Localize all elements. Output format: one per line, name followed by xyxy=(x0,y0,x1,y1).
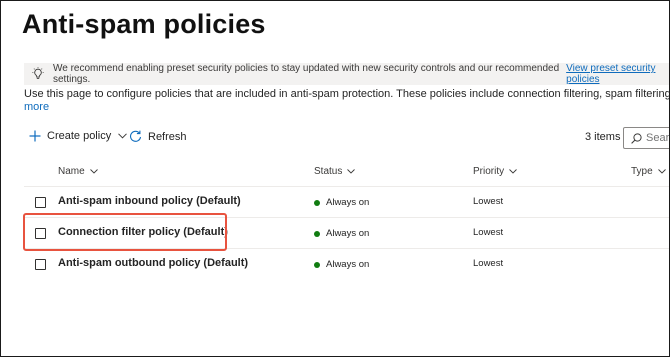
status-cell: Always on xyxy=(314,228,369,239)
chevron-down-icon xyxy=(509,169,517,174)
chevron-down-icon xyxy=(89,169,98,174)
column-header-priority[interactable]: Priority xyxy=(473,166,517,177)
column-header-name[interactable]: Name xyxy=(58,166,98,177)
row-checkbox[interactable] xyxy=(35,197,46,208)
status-text: Always on xyxy=(326,259,370,270)
search-box[interactable] xyxy=(623,127,669,149)
priority-cell: Lowest xyxy=(473,258,504,269)
policy-name[interactable]: Anti-spam outbound policy (Default) xyxy=(58,257,248,269)
column-header-status-label: Status xyxy=(314,166,343,177)
status-dot-icon xyxy=(314,199,320,206)
table-row[interactable]: Anti-spam outbound policy (Default) Alwa… xyxy=(24,248,669,280)
app-frame: Anti-spam policies We recommend enabling… xyxy=(0,0,670,357)
row-checkbox[interactable] xyxy=(35,259,46,270)
column-header-name-label: Name xyxy=(58,166,85,177)
status-cell: Always on xyxy=(314,259,369,270)
more-link[interactable]: more xyxy=(24,101,49,113)
status-text: Always on xyxy=(326,197,370,208)
chevron-down-icon xyxy=(347,169,356,174)
column-header-type-label: Type xyxy=(631,166,653,177)
chevron-down-icon xyxy=(657,169,666,174)
status-dot-icon xyxy=(314,230,320,237)
refresh-button[interactable]: Refresh xyxy=(129,130,187,143)
table-row[interactable]: Anti-spam inbound policy (Default) Alway… xyxy=(24,186,669,218)
status-text: Always on xyxy=(326,228,370,239)
items-count: 3 items xyxy=(585,131,621,143)
recommendation-banner: We recommend enabling preset security po… xyxy=(24,63,669,85)
table-row[interactable]: Connection filter policy (Default) Alway… xyxy=(24,217,669,249)
page-description: Use this page to configure policies that… xyxy=(24,88,670,100)
create-policy-label: Create policy xyxy=(47,130,112,142)
priority-cell: Lowest xyxy=(473,227,504,238)
search-icon xyxy=(631,132,642,144)
refresh-icon xyxy=(129,130,142,143)
plus-icon xyxy=(29,130,41,142)
lightbulb-icon xyxy=(31,67,45,81)
policy-name[interactable]: Anti-spam inbound policy (Default) xyxy=(58,195,241,207)
priority-cell: Lowest xyxy=(473,196,504,207)
view-preset-policies-link[interactable]: View preset security policies xyxy=(566,63,669,85)
create-policy-button[interactable]: Create policy xyxy=(29,130,128,142)
column-header-type[interactable]: Type xyxy=(631,166,666,177)
page-title: Anti-spam policies xyxy=(22,9,266,39)
policy-name[interactable]: Connection filter policy (Default) xyxy=(58,226,228,238)
column-header-priority-label: Priority xyxy=(473,166,505,177)
column-header-status[interactable]: Status xyxy=(314,166,356,177)
refresh-label: Refresh xyxy=(148,130,187,143)
banner-text: We recommend enabling preset security po… xyxy=(53,63,560,85)
status-cell: Always on xyxy=(314,197,369,208)
search-input[interactable] xyxy=(646,132,669,144)
row-checkbox[interactable] xyxy=(35,228,46,239)
chevron-down-icon xyxy=(118,133,128,139)
status-dot-icon xyxy=(314,261,320,268)
